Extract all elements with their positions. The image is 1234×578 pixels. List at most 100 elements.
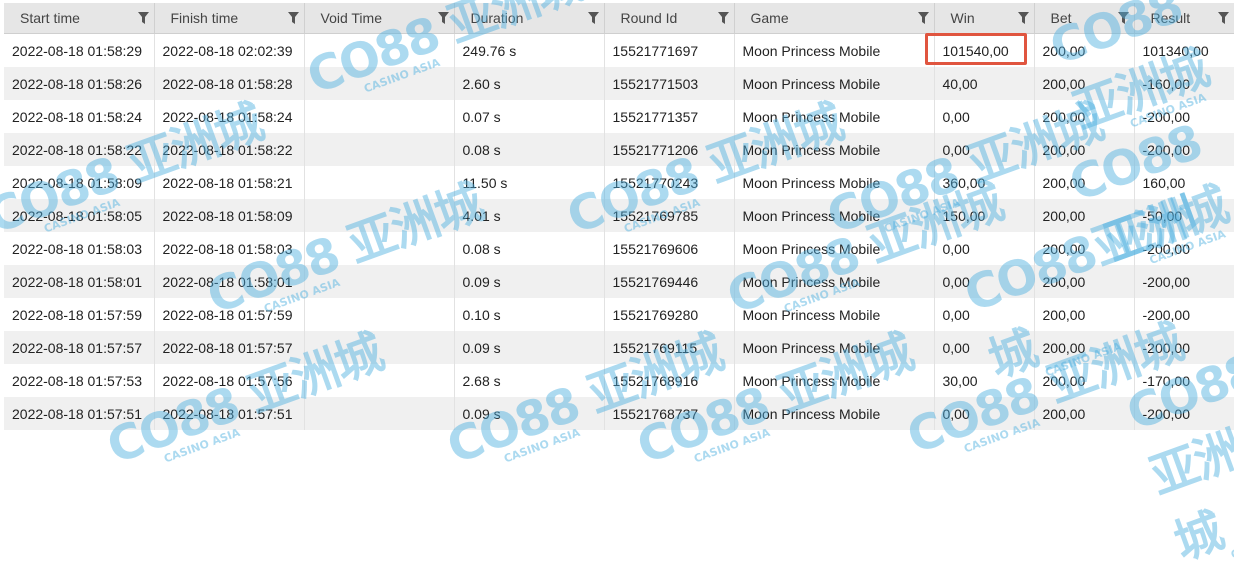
cell-game: Moon Princess Mobile [734, 199, 935, 232]
column-header-start-time[interactable]: Start time [4, 3, 155, 34]
cell-void-time [304, 33, 455, 67]
cell-void-time [304, 199, 455, 232]
cell-result: 101340,00 [1134, 33, 1234, 67]
cell-void-time [304, 232, 455, 265]
cell-finish-time: 2022-08-18 01:58:21 [154, 166, 305, 199]
filter-icon[interactable] [287, 12, 299, 24]
cell-duration: 0.08 s [454, 232, 605, 265]
column-header-win[interactable]: Win [934, 3, 1035, 34]
filter-icon[interactable] [1217, 12, 1229, 24]
cell-result: -200,00 [1134, 133, 1234, 166]
cell-result: -200,00 [1134, 265, 1234, 298]
column-header-game[interactable]: Game [734, 3, 935, 34]
cell-bet: 200,00 [1034, 33, 1135, 67]
cell-game: Moon Princess Mobile [734, 331, 935, 364]
cell-finish-time: 2022-08-18 01:58:24 [154, 100, 305, 133]
cell-finish-time: 2022-08-18 01:57:51 [154, 397, 305, 430]
cell-round-id: 15521768737 [604, 397, 735, 430]
column-header-label: Void Time [320, 10, 382, 26]
table-row[interactable]: 2022-08-18 01:58:05 2022-08-18 01:58:09 4.… [4, 199, 1234, 232]
column-header-result[interactable]: Result [1134, 3, 1234, 34]
cell-game: Moon Princess Mobile [734, 166, 935, 199]
cell-duration: 249.76 s [454, 33, 605, 67]
cell-bet: 200,00 [1034, 331, 1135, 364]
table-row[interactable]: 2022-08-18 01:57:53 2022-08-18 01:57:56 2.… [4, 364, 1234, 397]
cell-start-time: 2022-08-18 01:58:01 [4, 265, 155, 298]
cell-finish-time: 2022-08-18 01:57:59 [154, 298, 305, 331]
table-row[interactable]: 2022-08-18 01:57:57 2022-08-18 01:57:57 0.… [4, 331, 1234, 364]
column-header-duration[interactable]: Duration [454, 3, 605, 34]
cell-result: -200,00 [1134, 100, 1234, 133]
cell-void-time [304, 397, 455, 430]
cell-finish-time: 2022-08-18 01:57:57 [154, 331, 305, 364]
cell-win: 0,00 [934, 397, 1035, 430]
cell-start-time: 2022-08-18 01:58:22 [4, 133, 155, 166]
cell-result: 160,00 [1134, 166, 1234, 199]
cell-void-time [304, 133, 455, 166]
table-row[interactable]: 2022-08-18 01:57:59 2022-08-18 01:57:59 0.… [4, 298, 1234, 331]
cell-round-id: 15521771357 [604, 100, 735, 133]
cell-finish-time: 2022-08-18 01:58:03 [154, 232, 305, 265]
cell-win: 0,00 [934, 265, 1035, 298]
cell-duration: 0.08 s [454, 133, 605, 166]
cell-result: -200,00 [1134, 397, 1234, 430]
cell-bet: 200,00 [1034, 298, 1135, 331]
cell-round-id: 15521771503 [604, 67, 735, 100]
filter-icon[interactable] [1017, 12, 1029, 24]
table-row[interactable]: 2022-08-18 01:58:22 2022-08-18 01:58:22 0.… [4, 133, 1234, 166]
cell-finish-time: 2022-08-18 02:02:39 [154, 33, 305, 67]
cell-bet: 200,00 [1034, 199, 1135, 232]
cell-duration: 0.09 s [454, 331, 605, 364]
cell-game: Moon Princess Mobile [734, 397, 935, 430]
cell-win: 30,00 [934, 364, 1035, 397]
table-row[interactable]: 2022-08-18 01:57:51 2022-08-18 01:57:51 0.… [4, 397, 1234, 430]
cell-round-id: 15521769446 [604, 265, 735, 298]
cell-void-time [304, 298, 455, 331]
cell-result: -200,00 [1134, 331, 1234, 364]
filter-icon[interactable] [587, 12, 599, 24]
cell-start-time: 2022-08-18 01:58:09 [4, 166, 155, 199]
column-header-round-id[interactable]: Round Id [604, 3, 735, 34]
table-row[interactable]: 2022-08-18 01:58:03 2022-08-18 01:58:03 0.… [4, 232, 1234, 265]
table-row[interactable]: 2022-08-18 01:58:01 2022-08-18 01:58:01 0.… [4, 265, 1234, 298]
cell-start-time: 2022-08-18 01:58:05 [4, 199, 155, 232]
table-row[interactable]: 2022-08-18 01:58:09 2022-08-18 01:58:21 11… [4, 166, 1234, 199]
filter-icon[interactable] [437, 12, 449, 24]
win-highlight-box [925, 33, 1027, 65]
cell-win: 0,00 [934, 331, 1035, 364]
cell-finish-time: 2022-08-18 01:58:01 [154, 265, 305, 298]
filter-icon[interactable] [137, 12, 149, 24]
cell-win: 150,00 [934, 199, 1035, 232]
table-row[interactable]: 2022-08-18 01:58:24 2022-08-18 01:58:24 0.… [4, 100, 1234, 133]
cell-void-time [304, 166, 455, 199]
cell-void-time [304, 100, 455, 133]
cell-result: -200,00 [1134, 232, 1234, 265]
cell-round-id: 15521769115 [604, 331, 735, 364]
cell-win: 0,00 [934, 298, 1035, 331]
table-row[interactable]: 2022-08-18 01:58:26 2022-08-18 01:58:28 2.… [4, 67, 1234, 100]
column-header-finish-time[interactable]: Finish time [154, 3, 305, 34]
table-header-row: Start time Finish time Void Time Duration Ro… [4, 3, 1234, 34]
cell-bet: 200,00 [1034, 265, 1135, 298]
column-header-label: Round Id [620, 10, 678, 26]
table-row[interactable]: 2022-08-18 01:58:29 2022-08-18 02:02:39 24… [4, 33, 1234, 67]
cell-start-time: 2022-08-18 01:58:03 [4, 232, 155, 265]
cell-void-time [304, 331, 455, 364]
cell-void-time [304, 265, 455, 298]
cell-void-time [304, 364, 455, 397]
cell-result: -200,00 [1134, 298, 1234, 331]
cell-start-time: 2022-08-18 01:57:51 [4, 397, 155, 430]
column-header-void-time[interactable]: Void Time [304, 3, 455, 34]
filter-icon[interactable] [1117, 12, 1129, 24]
column-header-bet[interactable]: Bet [1034, 3, 1135, 34]
column-header-label: Win [950, 10, 975, 26]
filter-icon[interactable] [717, 12, 729, 24]
cell-bet: 200,00 [1034, 166, 1135, 199]
cell-bet: 200,00 [1034, 100, 1135, 133]
cell-game: Moon Princess Mobile [734, 133, 935, 166]
cell-game: Moon Princess Mobile [734, 100, 935, 133]
cell-bet: 200,00 [1034, 397, 1135, 430]
cell-round-id: 15521768916 [604, 364, 735, 397]
filter-icon[interactable] [917, 12, 929, 24]
cell-duration: 0.09 s [454, 397, 605, 430]
